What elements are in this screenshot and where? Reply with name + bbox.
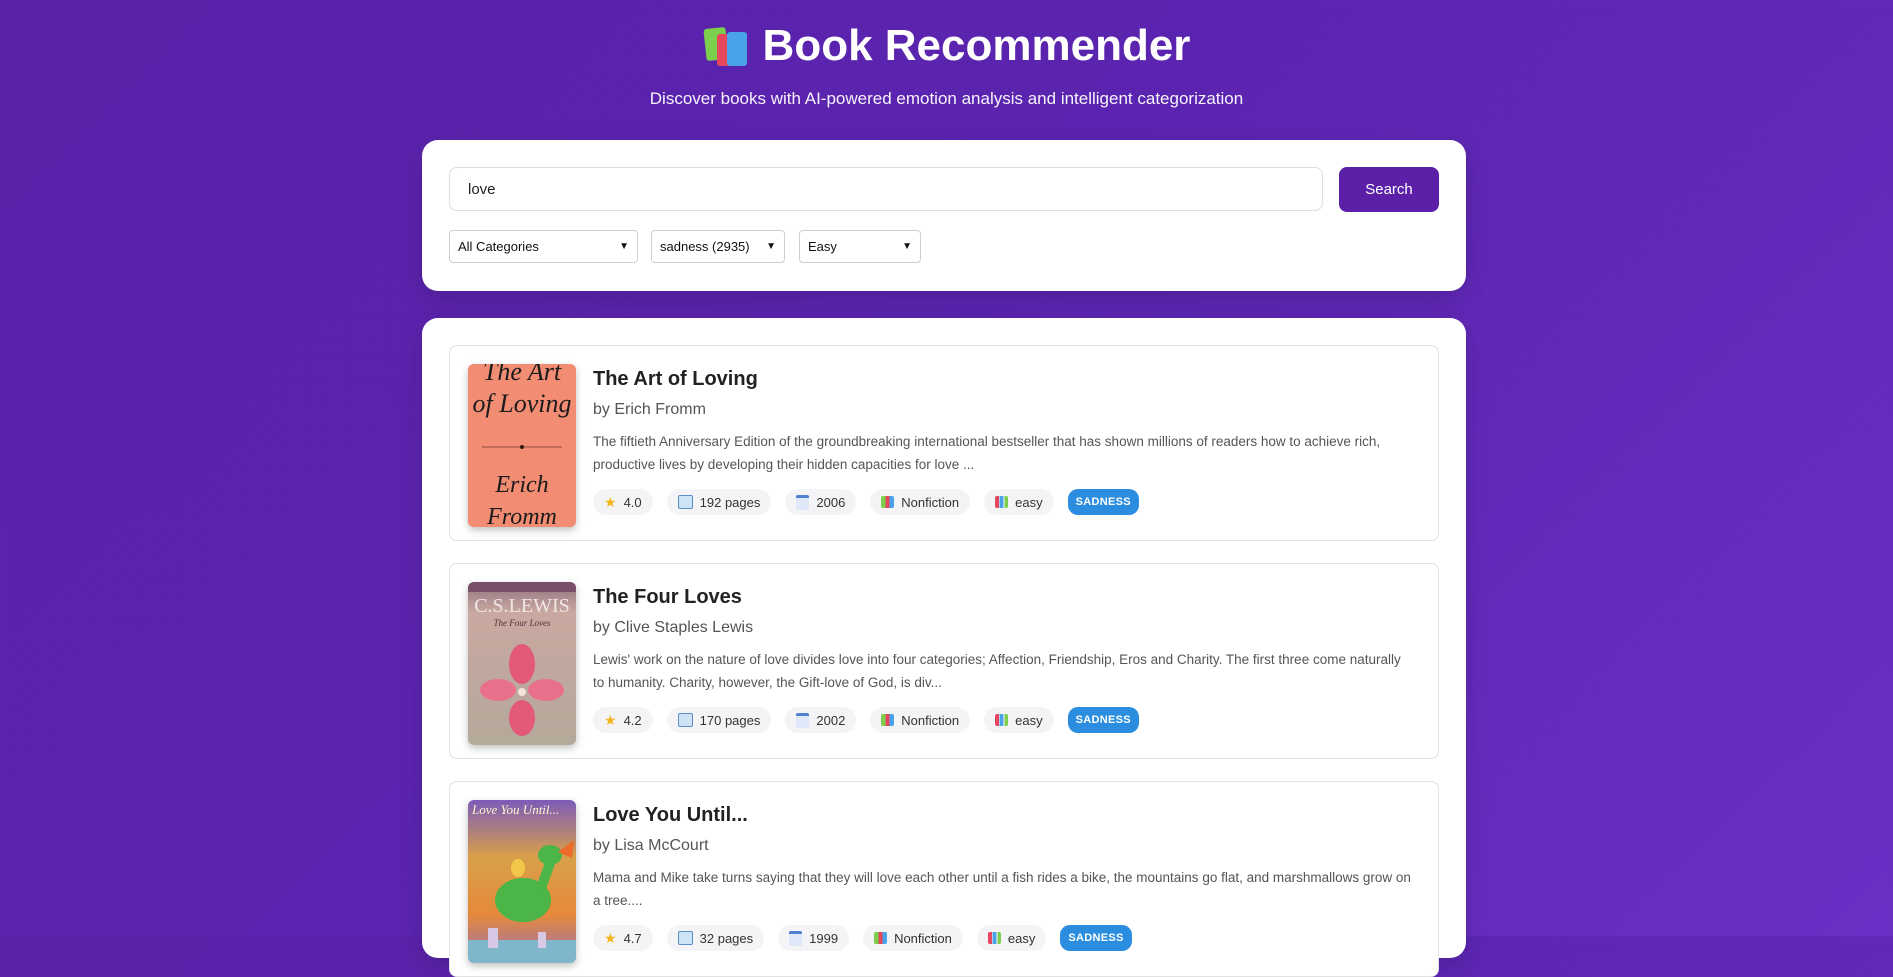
category-value: Nonfiction	[894, 930, 952, 946]
category-select[interactable]: All Categories ▼	[449, 230, 638, 263]
emotion-select-value: sadness (2935)	[660, 239, 750, 254]
rating-chip: ★ 4.2	[593, 707, 653, 733]
book-card[interactable]: Love You Until... Love You Until... by L…	[449, 781, 1439, 977]
book-author: by Clive Staples Lewis	[593, 619, 754, 636]
star-icon: ★	[604, 711, 617, 728]
category-value: Nonfiction	[901, 712, 960, 728]
difficulty-select[interactable]: Easy ▼	[799, 230, 921, 263]
rating-chip: ★ 4.7	[593, 925, 653, 951]
page-title: Book Recommender	[0, 20, 1893, 72]
rating-chip: ★ 4.0	[593, 489, 653, 515]
year-chip: 2002	[785, 707, 857, 733]
difficulty-select-value: Easy	[808, 239, 837, 254]
book-meta: ★ 4.7 32 pages 1999 Nonfiction easy SADN…	[593, 925, 1132, 951]
book-description: Mama and Mike take turns saying that the…	[593, 870, 1411, 908]
category-select-value: All Categories	[458, 239, 539, 254]
search-panel: Search All Categories ▼ sadness (2935) ▼…	[422, 140, 1466, 291]
emotion-select[interactable]: sadness (2935) ▼	[651, 230, 785, 263]
book-author: by Lisa McCourt	[593, 837, 709, 854]
cover-text: C.S.LEWIS	[474, 595, 570, 617]
year-value: 2002	[816, 712, 846, 728]
open-book-icon	[677, 495, 693, 509]
book-cover[interactable]: Love You Until...	[468, 800, 576, 963]
emotion-badge: SADNESS	[1067, 489, 1139, 515]
star-icon: ★	[604, 493, 617, 510]
page-title-text: Book Recommender	[762, 21, 1191, 70]
results-panel: The Art of Loving Erich Fromm The Art of…	[422, 318, 1466, 977]
book-meta: ★ 4.2 170 pages 2002 Nonfiction easy SAD…	[593, 707, 1139, 733]
search-input[interactable]	[449, 167, 1323, 211]
app-header: Book Recommender Discover books with AI-…	[0, 0, 1893, 109]
cover-text: Love You Until...	[471, 802, 559, 817]
book-card[interactable]: C.S.LEWIS The Four Loves The Four Loves …	[449, 563, 1439, 759]
books-icon	[881, 714, 895, 726]
cover-text: The Art	[483, 364, 562, 386]
rating-value: 4.2	[623, 712, 642, 728]
books-icon	[702, 24, 749, 68]
difficulty-chip: easy	[984, 489, 1054, 515]
book-title[interactable]: The Four Loves	[593, 586, 742, 609]
year-value: 1999	[809, 930, 839, 946]
pages-value: 170 pages	[699, 712, 761, 728]
book-title[interactable]: Love You Until...	[593, 804, 748, 827]
bar-chart-icon	[987, 932, 1001, 944]
book-description: The fiftieth Anniversary Edition of the …	[593, 434, 1381, 472]
star-icon: ★	[604, 929, 617, 946]
cover-text: The Four Loves	[494, 618, 551, 628]
difficulty-value: easy	[1007, 930, 1036, 946]
open-book-icon	[677, 931, 693, 945]
bar-chart-icon	[995, 496, 1009, 508]
cover-text: of Loving	[473, 389, 572, 418]
difficulty-value: easy	[1015, 494, 1043, 510]
book-cover[interactable]: The Art of Loving Erich Fromm	[468, 364, 576, 527]
rating-value: 4.7	[623, 930, 642, 946]
book-title[interactable]: The Art of Loving	[593, 368, 758, 391]
open-book-icon	[677, 713, 693, 727]
book-description: Lewis' work on the nature of love divide…	[593, 652, 1401, 690]
pages-value: 32 pages	[699, 930, 754, 946]
pages-value: 192 pages	[699, 494, 761, 510]
year-chip: 2006	[785, 489, 857, 515]
calendar-icon	[789, 930, 803, 946]
difficulty-chip: easy	[984, 707, 1054, 733]
bar-chart-icon	[995, 714, 1009, 726]
book-meta: ★ 4.0 192 pages 2006 Nonfiction easy SAD…	[593, 489, 1139, 515]
emotion-badge: SADNESS	[1067, 707, 1139, 733]
book-cover[interactable]: C.S.LEWIS The Four Loves	[468, 582, 576, 745]
chevron-down-icon: ▼	[766, 241, 776, 252]
pages-chip: 32 pages	[666, 925, 765, 951]
page-subtitle: Discover books with AI-powered emotion a…	[649, 89, 1244, 108]
search-button[interactable]: Search	[1339, 167, 1439, 212]
books-icon	[881, 496, 895, 508]
category-chip: Nonfiction	[870, 489, 971, 515]
book-card[interactable]: The Art of Loving Erich Fromm The Art of…	[449, 345, 1439, 541]
category-chip: Nonfiction	[863, 925, 963, 951]
cover-text: Fromm	[486, 504, 557, 527]
emotion-badge: SADNESS	[1060, 925, 1132, 951]
calendar-icon	[796, 712, 810, 728]
year-value: 2006	[816, 494, 846, 510]
category-value: Nonfiction	[901, 494, 960, 510]
chevron-down-icon: ▼	[619, 241, 629, 252]
year-chip: 1999	[778, 925, 850, 951]
book-author: by Erich Fromm	[593, 401, 706, 418]
pages-chip: 192 pages	[666, 489, 772, 515]
difficulty-value: easy	[1015, 712, 1043, 728]
calendar-icon	[796, 494, 810, 510]
difficulty-chip: easy	[976, 925, 1047, 951]
books-icon	[874, 932, 888, 944]
pages-chip: 170 pages	[666, 707, 772, 733]
chevron-down-icon: ▼	[902, 241, 912, 252]
category-chip: Nonfiction	[870, 707, 971, 733]
cover-text: Erich	[494, 472, 548, 498]
rating-value: 4.0	[623, 494, 642, 510]
